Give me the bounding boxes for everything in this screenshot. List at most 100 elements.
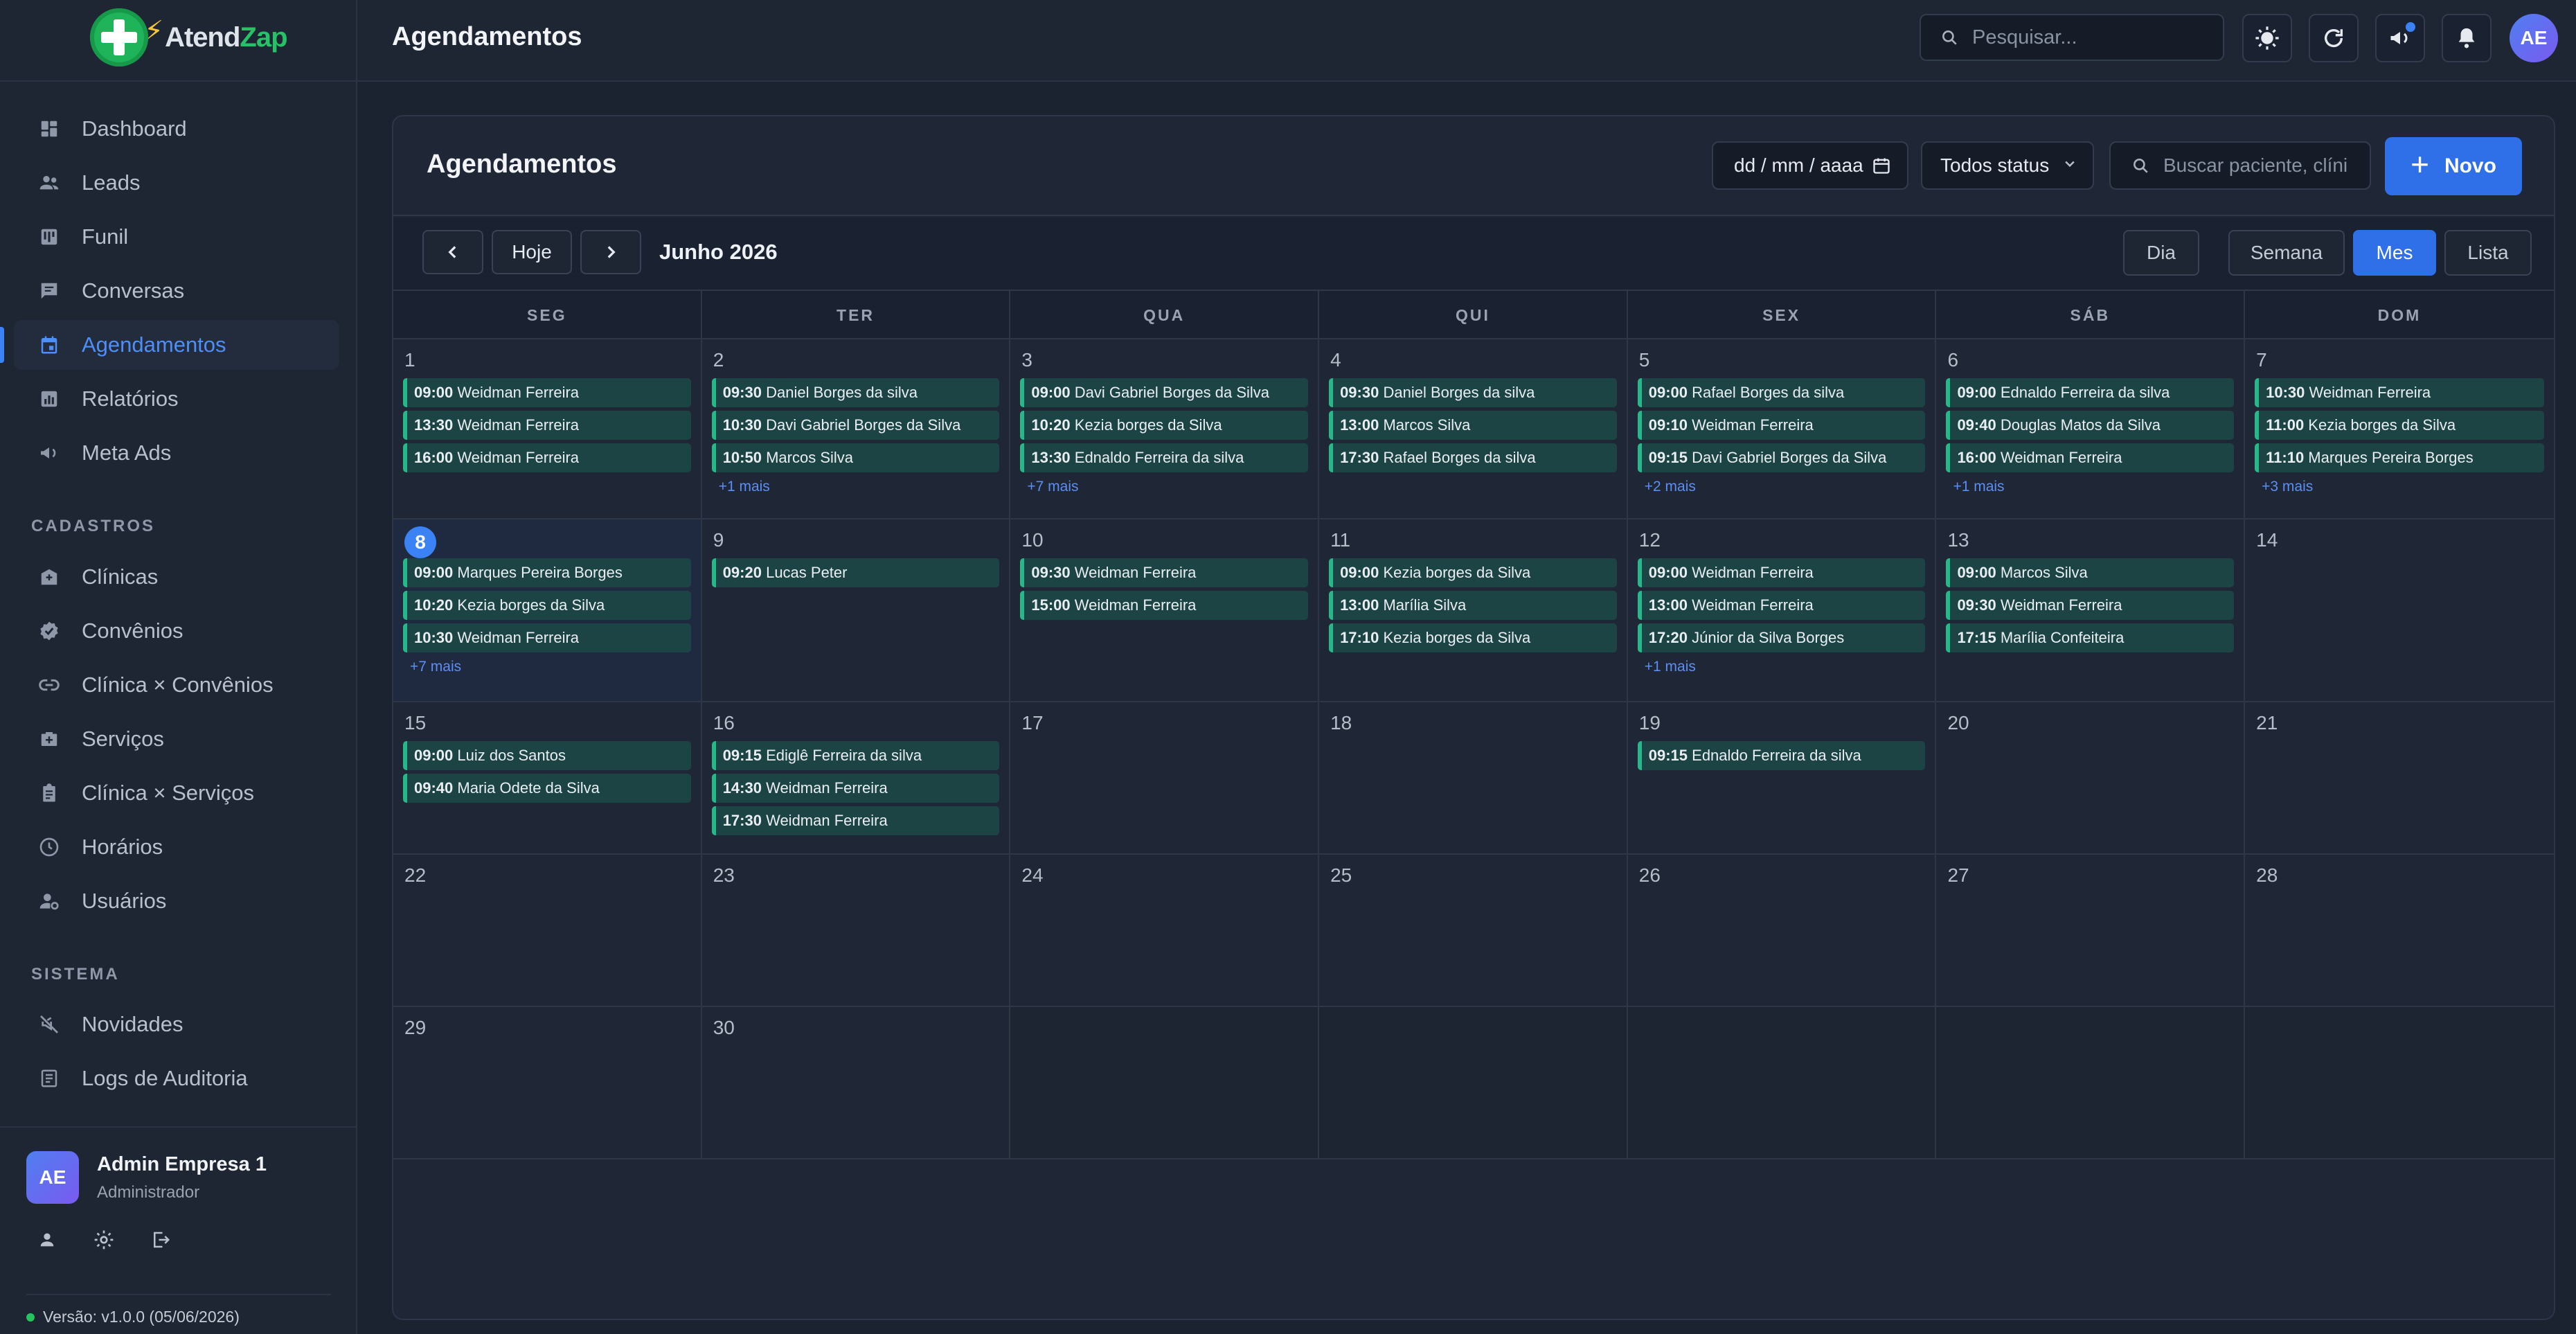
appointment-event[interactable]: 17:30 Weidman Ferreira [711,806,1000,835]
day-cell[interactable]: 18 [1319,702,1628,853]
refresh-button[interactable] [2309,14,2359,62]
day-cell[interactable]: 27 [1936,855,2246,1006]
appointment-event[interactable]: 13:00 Marília Silva [1329,591,1617,620]
day-cell[interactable]: 26 [1628,855,1937,1006]
sidebar-item-clinicas[interactable]: Clínicas [14,552,339,602]
sidebar-item-usuarios[interactable]: Usuários [14,876,339,926]
user-avatar-button[interactable]: AE [2510,14,2558,62]
day-cell[interactable]: 4 09:30 Daniel Borges da silva 13:00 Marco… [1319,339,1628,518]
appointment-event[interactable]: 09:00 Ednaldo Ferreira da silva [1946,378,2235,407]
day-cell[interactable]: 13 09:00 Marcos Silva 09:30 Weidman Ferrei… [1936,519,2246,701]
appointment-event[interactable]: 10:20 Kezia borges da Silva [403,591,691,620]
sidebar-item-horarios[interactable]: Horários [14,822,339,872]
day-cell[interactable]: 22 [393,855,702,1006]
gear-icon[interactable] [91,1227,116,1252]
more-events-link[interactable]: +2 mais [1638,476,1926,498]
day-cell[interactable]: 20 [1936,702,2246,853]
day-cell[interactable]: 24 [1010,855,1320,1006]
appointment-event[interactable]: 09:40 Maria Odete da Silva [403,774,691,803]
status-select[interactable]: Todos status [1921,141,2094,190]
appointment-event[interactable]: 10:20 Kezia borges da Silva [1020,411,1309,440]
view-mes-button[interactable]: Mes [2353,230,2436,276]
search-input[interactable] [1972,26,2194,49]
appointment-event[interactable]: 17:15 Marília Confeiteira [1946,623,2235,652]
sidebar-item-clinica-convenios[interactable]: Clínica × Convênios [14,660,339,710]
more-events-link[interactable]: +7 mais [403,656,691,678]
day-cell[interactable]: 11 09:00 Kezia borges da Silva 13:00 Maríl… [1319,519,1628,701]
day-cell[interactable]: 23 [702,855,1011,1006]
sidebar-item-leads[interactable]: Leads [14,158,339,208]
appointment-event[interactable]: 09:10 Weidman Ferreira [1637,411,1926,440]
calendar-icon[interactable] [1872,156,1891,175]
appointment-event[interactable]: 09:15 Ediglê Ferreira da silva [711,741,1000,770]
day-cell[interactable]: 3 09:00 Davi Gabriel Borges da Silva 10:20… [1010,339,1320,518]
patient-search[interactable] [2109,141,2371,190]
day-cell[interactable]: 2 09:30 Daniel Borges da silva 10:30 Davi … [702,339,1011,518]
day-cell[interactable]: 28 [2245,855,2554,1006]
appointment-event[interactable]: 13:30 Ednaldo Ferreira da silva [1020,443,1309,472]
sidebar-item-dashboard[interactable]: Dashboard [14,104,339,154]
day-cell[interactable]: 5 09:00 Rafael Borges da silva 09:10 Weidm… [1628,339,1937,518]
appointment-event[interactable]: 09:00 Weidman Ferreira [403,378,691,407]
day-cell[interactable]: 21 [2245,702,2554,853]
sidebar-item-servicos[interactable]: Serviços [14,714,339,764]
appointment-event[interactable]: 09:30 Weidman Ferreira [1020,558,1309,587]
today-button[interactable]: Hoje [492,230,572,274]
appointment-event[interactable]: 09:00 Weidman Ferreira [1637,558,1926,587]
logout-icon[interactable] [148,1227,173,1252]
new-appointment-button[interactable]: + Novo [2385,137,2522,195]
day-cell[interactable]: 6 09:00 Ednaldo Ferreira da silva 09:40 Do… [1936,339,2246,518]
sidebar-item-agendamentos[interactable]: Agendamentos [0,320,339,370]
view-semana-button[interactable]: Semana [2228,230,2345,276]
user-card[interactable]: AE Admin Empresa 1 Administrador [26,1150,331,1205]
brand-logo[interactable]: ⚡ AtendZap [90,4,288,71]
appointment-event[interactable]: 09:00 Marques Pereira Borges [403,558,691,587]
day-cell[interactable]: 30 [702,1007,1011,1158]
appointment-event[interactable]: 09:00 Marcos Silva [1946,558,2235,587]
view-lista-button[interactable]: Lista [2444,230,2532,276]
day-cell[interactable]: 12 09:00 Weidman Ferreira 13:00 Weidman Fe… [1628,519,1937,701]
more-events-link[interactable]: +1 mais [712,476,1000,498]
day-cell[interactable]: 1 09:00 Weidman Ferreira 13:30 Weidman Fer… [393,339,702,518]
appointment-event[interactable]: 09:15 Ednaldo Ferreira da silva [1637,741,1926,770]
day-cell[interactable]: 19 09:15 Ednaldo Ferreira da silva [1628,702,1937,853]
day-cell[interactable]: 25 [1319,855,1628,1006]
notifications-button[interactable] [2442,14,2492,62]
more-events-link[interactable]: +1 mais [1946,476,2234,498]
prev-month-button[interactable] [422,230,483,274]
day-cell[interactable]: 15 09:00 Luiz dos Santos 09:40 Maria Odete… [393,702,702,853]
appointment-event[interactable]: 10:30 Weidman Ferreira [2255,378,2544,407]
date-filter[interactable]: dd / mm / aaaa [1712,141,1908,190]
appointment-event[interactable]: 10:50 Marcos Silva [711,443,1000,472]
day-cell[interactable]: 16 09:15 Ediglê Ferreira da silva 14:30 We… [702,702,1011,853]
appointment-event[interactable]: 17:20 Júnior da Silva Borges [1637,623,1926,652]
appointment-event[interactable]: 13:00 Marcos Silva [1329,411,1617,440]
appointment-event[interactable]: 09:00 Kezia borges da Silva [1329,558,1617,587]
sidebar-item-meta-ads[interactable]: Meta Ads [14,428,339,478]
more-events-link[interactable]: +7 mais [1020,476,1308,498]
sidebar-item-funil[interactable]: Funil [14,212,339,262]
sidebar-item-logs-de-auditoria[interactable]: Logs de Auditoria [14,1053,339,1103]
more-events-link[interactable]: +3 mais [2255,476,2544,498]
patient-search-input[interactable] [2163,154,2371,177]
profile-icon[interactable] [35,1227,60,1252]
day-cell[interactable]: 17 [1010,702,1320,853]
day-cell[interactable]: 10 09:30 Weidman Ferreira 15:00 Weidman Fe… [1010,519,1320,701]
appointment-event[interactable]: 11:00 Kezia borges da Silva [2255,411,2544,440]
next-month-button[interactable] [580,230,641,274]
appointment-event[interactable]: 09:20 Lucas Peter [711,558,1000,587]
appointment-event[interactable]: 09:00 Rafael Borges da silva [1637,378,1926,407]
theme-toggle-button[interactable] [2242,14,2292,62]
day-cell[interactable]: 7 10:30 Weidman Ferreira 11:00 Kezia borge… [2245,339,2554,518]
sidebar-item-relatorios[interactable]: Relatórios [14,374,339,424]
appointment-event[interactable]: 14:30 Weidman Ferreira [711,774,1000,803]
appointment-event[interactable]: 09:15 Davi Gabriel Borges da Silva [1637,443,1926,472]
appointment-event[interactable]: 10:30 Davi Gabriel Borges da Silva [711,411,1000,440]
sidebar-item-conversas[interactable]: Conversas [14,266,339,316]
sidebar-item-convenios[interactable]: Convênios [14,606,339,656]
global-search[interactable] [1920,14,2224,61]
day-cell[interactable]: 8 09:00 Marques Pereira Borges 10:20 Kezia… [393,519,702,701]
day-cell[interactable]: 9 09:20 Lucas Peter [702,519,1011,701]
sidebar-item-clinica-servicos[interactable]: Clínica × Serviços [14,768,339,818]
appointment-event[interactable]: 09:40 Douglas Matos da Silva [1946,411,2235,440]
